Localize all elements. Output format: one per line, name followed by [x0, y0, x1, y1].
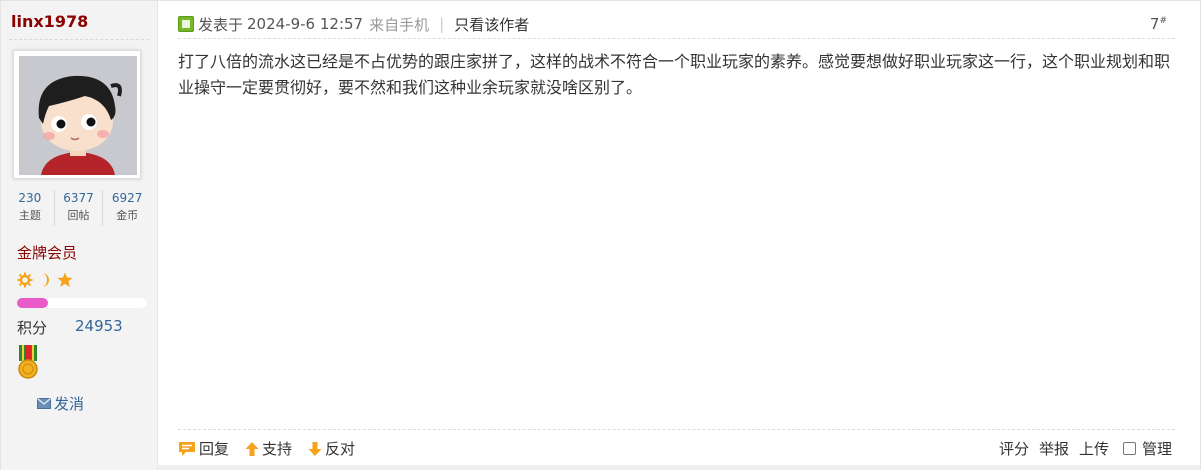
bottom-bar	[158, 465, 1200, 470]
oppose-label: 反对	[325, 440, 356, 458]
arrow-down-icon	[308, 441, 322, 456]
oppose-button[interactable]: 反对	[308, 438, 355, 459]
upload-link[interactable]: 上传	[1079, 438, 1109, 459]
medal-icon[interactable]	[17, 344, 39, 380]
envelope-icon	[37, 398, 51, 409]
sun-icon	[17, 272, 33, 288]
divider	[178, 38, 1175, 39]
author-stats: 230 主题 6377 回帖 6927 金币	[6, 190, 151, 226]
support-label: 支持	[262, 440, 293, 458]
arrow-up-icon	[245, 441, 259, 456]
star-icon	[57, 272, 73, 287]
stat-value: 6377	[63, 191, 94, 205]
reply-icon	[179, 441, 195, 456]
author-username[interactable]: linx1978	[11, 12, 88, 31]
divider	[9, 39, 149, 40]
stat-threads[interactable]: 230 主题	[6, 190, 55, 226]
posted-time: 2024-9-6 12:57	[247, 15, 364, 33]
stat-replies[interactable]: 6377 回帖	[55, 190, 104, 226]
divider	[178, 429, 1175, 430]
author-sidebar: linx1978 230 主题 6377 回帖 6927 金币 金牌会员 积分 …	[1, 1, 158, 470]
level-progress-fill	[17, 298, 49, 308]
floor-mark: #	[1159, 16, 1167, 26]
level-icons	[17, 271, 73, 289]
manage-checkbox[interactable]	[1122, 442, 1136, 455]
stat-label: 回帖	[67, 209, 90, 222]
only-author-link[interactable]: 只看该作者	[454, 14, 529, 35]
stat-coins[interactable]: 6927 金币	[103, 190, 151, 226]
avatar-image	[19, 56, 137, 175]
stat-value: 6927	[111, 191, 143, 205]
send-message-link[interactable]: 发消	[37, 393, 84, 414]
member-rank: 金牌会员	[17, 244, 78, 262]
manage-label[interactable]: 管理	[1142, 438, 1172, 459]
header-divider: |	[439, 15, 445, 33]
report-link[interactable]: 举报	[1039, 438, 1069, 459]
support-button[interactable]: 支持	[245, 438, 292, 459]
credit-label: 积分	[17, 319, 48, 337]
post-admin-actions: 评分 举报 上传 管理	[999, 438, 1172, 459]
stat-value: 230	[18, 191, 42, 205]
post-body: 打了八倍的流水这已经是不占优势的跟庄家拼了，这样的战术不符合一个职业玩家的素养。…	[178, 52, 1171, 97]
send-message-label: 发消	[54, 395, 85, 413]
post-header: 发表于 2024-9-6 12:57 来自手机 | 只看该作者	[178, 14, 529, 34]
avatar[interactable]	[13, 50, 141, 179]
stat-label: 主题	[18, 209, 41, 222]
credit-value[interactable]: 24953	[75, 317, 123, 335]
reply-label: 回复	[199, 440, 230, 458]
posted-label: 发表于	[198, 15, 244, 34]
rate-link[interactable]: 评分	[999, 438, 1029, 459]
post-actions: 回复 支持 反对	[178, 438, 355, 459]
post-status-icon	[178, 16, 194, 32]
reply-button[interactable]: 回复	[178, 438, 229, 459]
level-progress-bar	[17, 298, 147, 308]
moon-icon	[42, 273, 49, 287]
from-mobile-label: 来自手机	[369, 15, 430, 34]
floor-number[interactable]: 7#	[1150, 15, 1167, 33]
post-frame: linx1978 230 主题 6377 回帖 6927 金币 金牌会员 积分 …	[0, 0, 1201, 470]
stat-label: 金币	[116, 209, 139, 222]
